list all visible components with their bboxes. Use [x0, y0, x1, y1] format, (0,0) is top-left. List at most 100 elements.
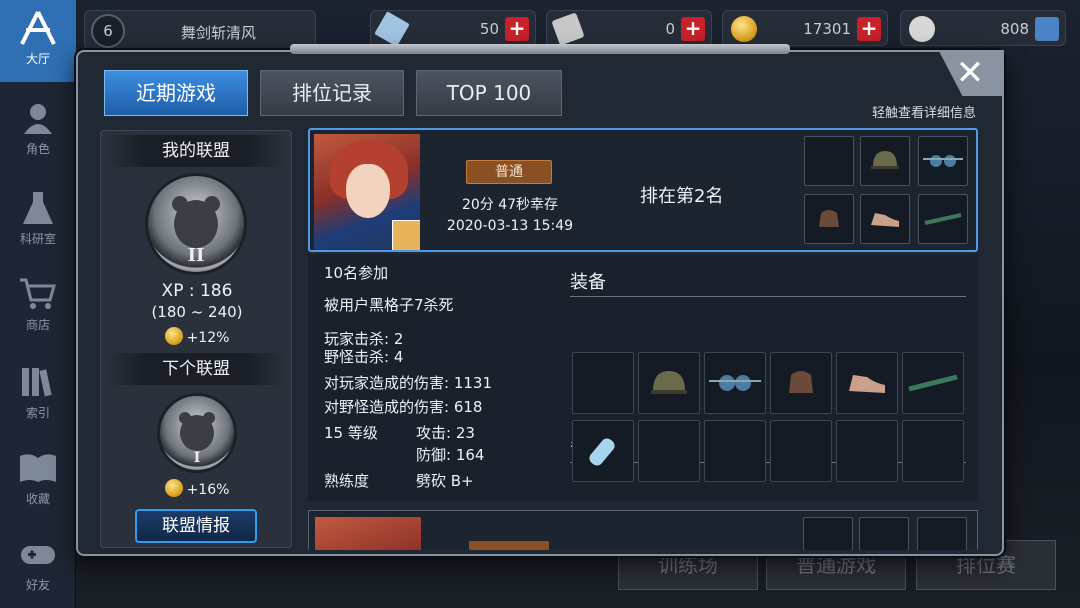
defense-stat: 防御: 164	[416, 446, 485, 464]
card-equipment-slot	[918, 194, 968, 244]
tab-rank-record[interactable]: 排位记录	[260, 70, 404, 116]
card-equipment-slot	[804, 136, 854, 186]
gamepad-icon	[18, 536, 58, 572]
match-date: 2020-03-13 15:49	[446, 218, 574, 234]
nav-item-lab[interactable]: 科研室	[0, 180, 76, 262]
nav-item-lobby[interactable]: 大厅	[0, 0, 76, 82]
equipment-slot	[638, 352, 700, 414]
bag-slot	[704, 420, 766, 482]
books-icon	[18, 364, 58, 400]
bonus-value: +12%	[186, 330, 230, 346]
coin-icon	[164, 479, 183, 497]
resource-coin: 17301 +	[722, 10, 888, 46]
mode-badge	[469, 541, 549, 550]
my-alliance-title: 我的联盟	[107, 135, 285, 167]
next-alliance-title: 下个联盟	[107, 353, 285, 385]
resource-value: 808	[1000, 20, 1029, 38]
coin-icon	[731, 16, 757, 42]
divider	[570, 296, 966, 297]
resource-crystal: 50 +	[370, 10, 536, 47]
bag-slot	[836, 420, 898, 482]
nav-label: 商店	[25, 318, 50, 332]
alliance-badge: II	[145, 173, 247, 275]
bag-slot	[770, 420, 832, 482]
cart-icon	[18, 276, 58, 312]
resource-value: 0	[665, 20, 675, 38]
equipment-slot	[902, 352, 964, 414]
weapon-icon	[392, 220, 420, 250]
player-level: 6	[91, 14, 125, 48]
next-alliance-badge: I	[157, 393, 237, 473]
resource-card: 0 +	[546, 10, 712, 46]
monster-damage: 对野怪造成的伤害: 618	[324, 398, 483, 416]
equipment-slot	[572, 352, 634, 414]
match-card[interactable]: 普通 20分 47秒幸存 2020-03-13 15:49 排在第2名	[308, 128, 978, 252]
alliance-info-button[interactable]: 联盟情报	[135, 509, 257, 543]
add-coin-button[interactable]: +	[857, 17, 881, 41]
resource-value: 17301	[803, 20, 851, 38]
character-avatar	[315, 517, 421, 550]
bonus-value: +16%	[186, 482, 230, 498]
alliance-bonus: +12%	[101, 327, 293, 346]
nav-label: 索引	[25, 406, 50, 420]
nav-item-friends[interactable]: 好友	[0, 526, 76, 608]
crystal-icon	[374, 11, 410, 47]
resource-value: 50	[479, 20, 499, 38]
close-button[interactable]: ✕	[952, 56, 988, 92]
proficiency-value: 劈砍 B+	[416, 472, 474, 490]
glove-icon	[789, 371, 813, 393]
left-nav: 大厅 角色 科研室 商店 索引 收藏 好友	[0, 0, 76, 608]
card-equipment-slot	[860, 194, 910, 244]
equipment-slot	[770, 352, 832, 414]
game-record-modal: ✕ 近期游戏 排位记录 TOP 100 轻触查看详细信息 我的联盟 II XP …	[76, 44, 1004, 556]
card-equipment-slot	[804, 194, 854, 244]
monster-kills: 野怪击杀: 4	[324, 348, 404, 366]
character-icon	[18, 100, 58, 136]
nav-item-collection[interactable]: 收藏	[0, 440, 76, 522]
nav-label: 角色	[25, 142, 50, 156]
card-equipment-slot	[859, 517, 909, 550]
add-card-button[interactable]: +	[681, 17, 705, 41]
bp-icon	[909, 16, 935, 42]
add-crystal-button[interactable]: +	[505, 17, 529, 41]
alliance-xp-range: (180 ~ 240)	[151, 303, 243, 321]
card-equipment-slot	[860, 136, 910, 186]
tab-top-100[interactable]: TOP 100	[416, 70, 562, 116]
helmet-icon	[651, 371, 687, 394]
equipment-title: 装备	[570, 272, 606, 293]
next-alliance-rank: I	[193, 450, 201, 466]
bag-slot	[572, 420, 634, 482]
flask-icon	[18, 190, 58, 226]
killed-by: 被用户黑格子7杀死	[324, 296, 454, 314]
nav-item-character[interactable]: 角色	[0, 90, 76, 172]
character-level: 15 等级	[324, 424, 378, 442]
shoes-icon	[849, 375, 885, 393]
nav-label: 收藏	[25, 492, 50, 506]
player-name: 舞剑斩清风	[181, 24, 257, 42]
helmet-icon	[871, 151, 899, 169]
alliance-rank: II	[187, 245, 205, 266]
attack-stat: 攻击: 23	[416, 424, 475, 442]
tab-recent-games[interactable]: 近期游戏	[104, 70, 248, 116]
proficiency-label: 熟练度	[324, 472, 370, 490]
player-card[interactable]: 6 舞剑斩清风	[84, 10, 316, 50]
shoes-icon	[871, 213, 899, 227]
modal-topbar	[290, 44, 790, 54]
survive-time: 20分 47秒幸存	[461, 197, 559, 213]
mode-badge: 普通	[466, 160, 552, 184]
nav-label: 大厅	[25, 52, 50, 66]
bag-slot	[638, 420, 700, 482]
nav-item-shop[interactable]: 商店	[0, 266, 76, 348]
alliance-panel: 我的联盟 II XP : 186 (180 ~ 240) +12% 下个联盟 I…	[100, 130, 292, 548]
coin-icon	[164, 327, 183, 345]
nav-item-index[interactable]: 索引	[0, 354, 76, 436]
equipment-slot	[836, 352, 898, 414]
goggles-icon	[923, 155, 963, 167]
bag-slot	[902, 420, 964, 482]
book-icon	[18, 450, 58, 486]
bp-shop-button[interactable]	[1035, 17, 1059, 41]
match-card[interactable]	[308, 510, 978, 550]
lobby-icon	[18, 10, 58, 46]
card-equipment-slot	[803, 517, 853, 550]
goggles-icon	[709, 375, 761, 391]
